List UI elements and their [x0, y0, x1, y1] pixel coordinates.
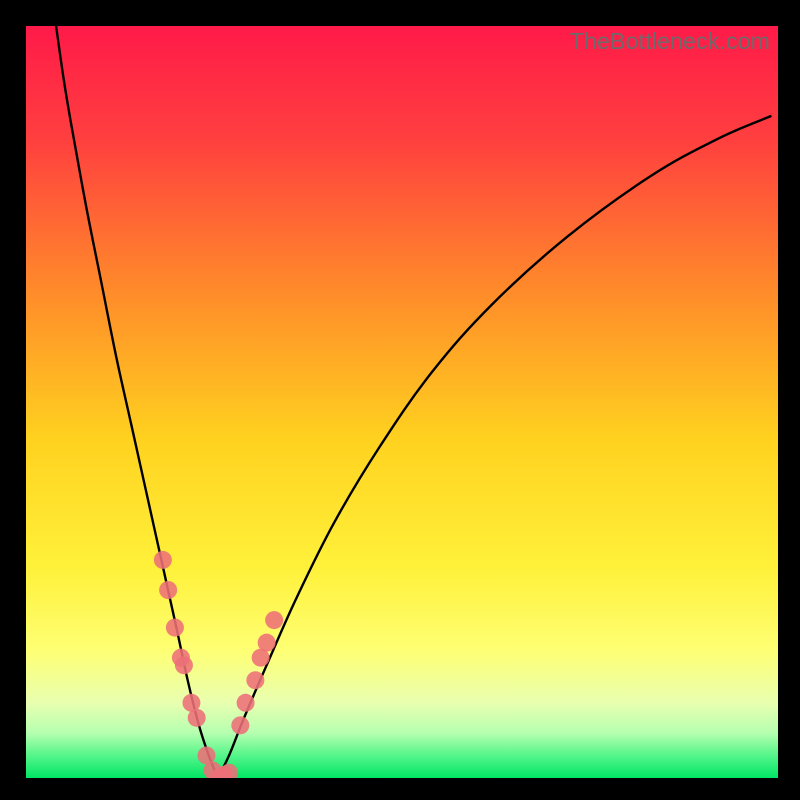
curves-layer	[26, 26, 778, 778]
marker-dot	[237, 694, 255, 712]
marker-dot	[258, 634, 276, 652]
marker-dot	[188, 709, 206, 727]
marker-dot	[154, 551, 172, 569]
marker-dot	[166, 619, 184, 637]
marker-dot	[175, 656, 193, 674]
chart-frame: TheBottleneck.com	[0, 0, 800, 800]
plot-area: TheBottleneck.com	[26, 26, 778, 778]
marker-dot	[159, 581, 177, 599]
curve-left-curve	[56, 26, 218, 778]
curve-right-curve	[218, 116, 771, 778]
marker-dot	[246, 671, 264, 689]
marker-dot	[231, 716, 249, 734]
marker-dot	[265, 611, 283, 629]
marker-dot	[220, 764, 238, 778]
